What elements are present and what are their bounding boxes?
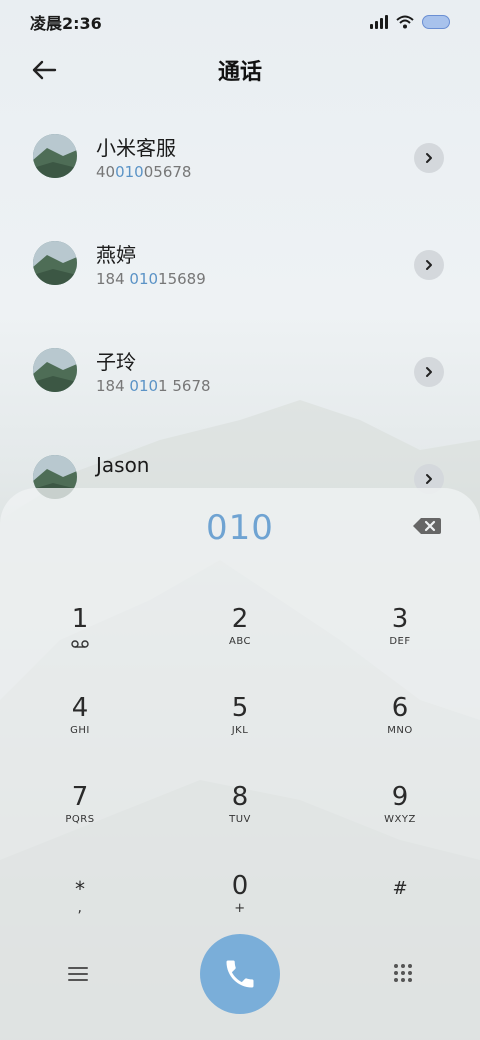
signal-icon bbox=[370, 15, 388, 29]
contact-row[interactable]: 子玲 184 0101 5678 bbox=[0, 320, 480, 424]
backspace-icon bbox=[413, 518, 441, 534]
avatar bbox=[33, 348, 77, 392]
contact-name: Jason bbox=[96, 453, 150, 477]
header: 通话 bbox=[0, 44, 480, 96]
status-icons bbox=[370, 15, 450, 29]
contact-name: 小米客服 bbox=[96, 136, 176, 160]
key-star[interactable]: * , bbox=[20, 874, 140, 944]
backspace-button[interactable] bbox=[412, 516, 442, 536]
menu-button[interactable] bbox=[66, 964, 90, 984]
contact-detail-button[interactable] bbox=[414, 250, 444, 280]
key-2[interactable]: 2 ABC bbox=[180, 604, 300, 674]
key-9[interactable]: 9 WXYZ bbox=[340, 782, 460, 852]
contact-number: 184 0101 5678 bbox=[96, 377, 211, 395]
key-0[interactable]: 0 + bbox=[180, 871, 300, 941]
contact-name: 子玲 bbox=[96, 350, 136, 374]
page-title: 通话 bbox=[217, 60, 262, 85]
chevron-right-icon bbox=[426, 474, 432, 484]
key-6[interactable]: 6 MNO bbox=[340, 693, 460, 763]
phone-icon bbox=[226, 960, 254, 988]
dialpad-grid-icon bbox=[394, 964, 412, 982]
chevron-right-icon bbox=[426, 367, 432, 377]
battery-icon bbox=[422, 15, 450, 29]
status-time: 凌晨2:36 bbox=[30, 14, 102, 33]
chevron-right-icon bbox=[426, 260, 432, 270]
key-5[interactable]: 5 JKL bbox=[180, 693, 300, 763]
chevron-right-icon bbox=[426, 153, 432, 163]
back-button[interactable] bbox=[28, 56, 60, 84]
contact-row[interactable]: 燕婷 184 01015689 bbox=[0, 213, 480, 317]
contact-detail-button[interactable] bbox=[414, 357, 444, 387]
key-hash[interactable]: # bbox=[340, 874, 460, 944]
key-8[interactable]: 8 TUV bbox=[180, 782, 300, 852]
key-4[interactable]: 4 GHI bbox=[20, 693, 140, 763]
dialpad-panel: 010 1 2 ABC 3 DEF 4 GHI 5 JKL 6 MNO 7 PQ… bbox=[0, 488, 480, 1040]
avatar bbox=[33, 134, 77, 178]
avatar bbox=[33, 241, 77, 285]
voicemail-icon bbox=[71, 640, 89, 648]
call-button[interactable] bbox=[200, 934, 280, 1014]
back-arrow-icon bbox=[32, 60, 57, 80]
dial-input[interactable]: 010 bbox=[0, 508, 480, 548]
dialpad-toggle-button[interactable] bbox=[392, 962, 414, 984]
contact-detail-button[interactable] bbox=[414, 143, 444, 173]
contact-name: 燕婷 bbox=[96, 243, 136, 267]
key-1[interactable]: 1 bbox=[20, 604, 140, 674]
contact-number: 184 01015689 bbox=[96, 270, 206, 288]
wifi-icon bbox=[396, 15, 414, 29]
contact-row[interactable]: 小米客服 4001005678 bbox=[0, 106, 480, 210]
contact-number: 4001005678 bbox=[96, 163, 192, 181]
status-bar: 凌晨2:36 bbox=[0, 0, 480, 44]
key-3[interactable]: 3 DEF bbox=[340, 604, 460, 674]
menu-icon bbox=[68, 967, 88, 981]
key-7[interactable]: 7 PQRS bbox=[20, 782, 140, 852]
